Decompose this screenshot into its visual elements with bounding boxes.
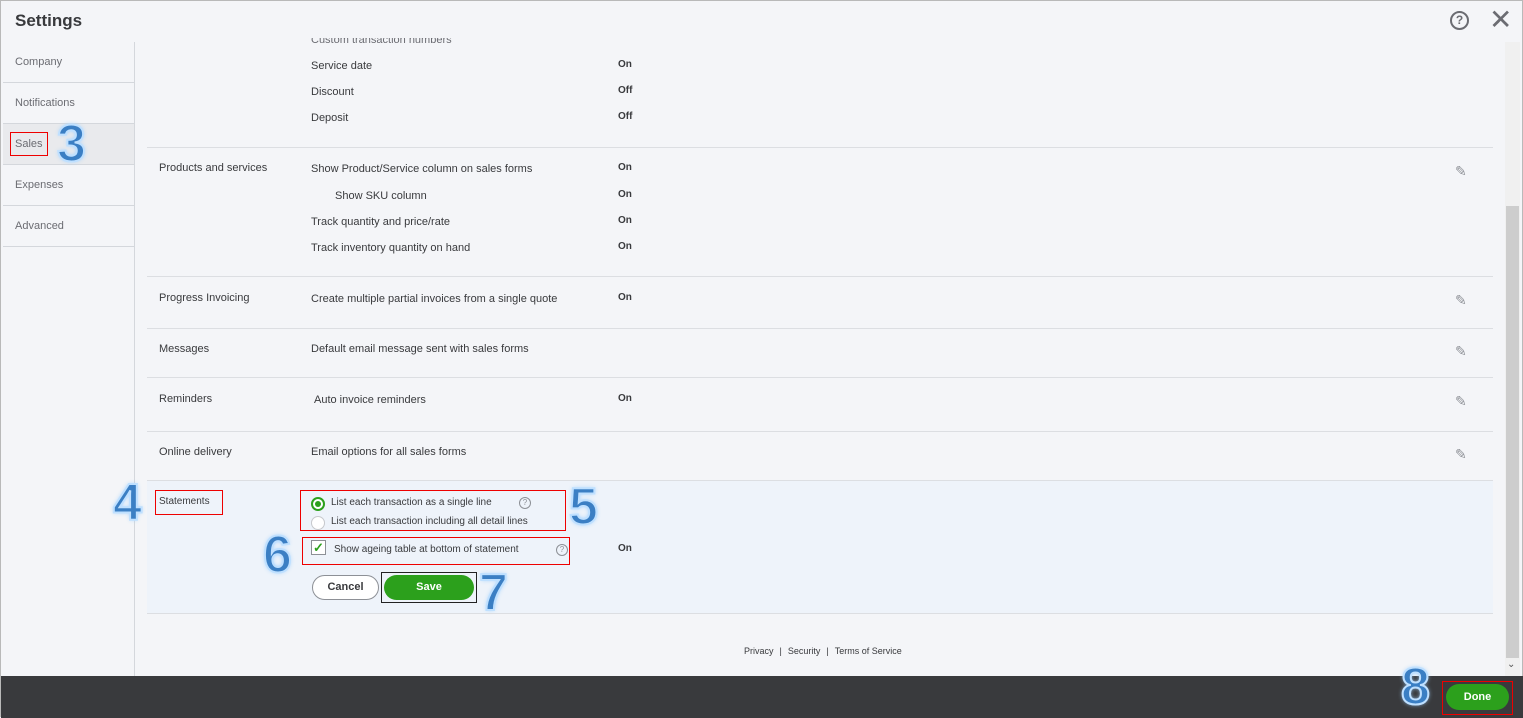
help-icon[interactable]: ? bbox=[556, 544, 568, 556]
setting-label: Show Product/Service column on sales for… bbox=[311, 163, 533, 175]
section-title: Statements bbox=[159, 496, 210, 507]
setting-value: On bbox=[618, 59, 632, 70]
done-button[interactable]: Done bbox=[1446, 684, 1509, 710]
setting-label: Auto invoice reminders bbox=[314, 394, 426, 406]
setting-value: On bbox=[618, 393, 632, 404]
divider bbox=[147, 147, 1493, 148]
sidebar-item-label: Notifications bbox=[15, 97, 75, 109]
scrollbar-thumb[interactable] bbox=[1506, 206, 1519, 658]
setting-label: Email options for all sales forms bbox=[311, 446, 467, 458]
setting-value: On bbox=[618, 162, 632, 173]
divider bbox=[147, 377, 1493, 378]
sidebar-item-label: Expenses bbox=[15, 179, 64, 191]
section-title: Products and services bbox=[159, 162, 268, 174]
divider bbox=[147, 276, 1493, 277]
annotation-7: 7 bbox=[478, 564, 509, 622]
setting-label: Service date bbox=[311, 60, 373, 72]
scroll-down-icon[interactable]: ⌄ bbox=[1507, 659, 1515, 670]
setting-value: On bbox=[618, 543, 632, 554]
annotation-6: 6 bbox=[262, 526, 293, 584]
sidebar-item-label: Company bbox=[15, 56, 63, 68]
setting-label: Create multiple partial invoices from a … bbox=[311, 293, 558, 305]
sidebar-item-company[interactable]: Company bbox=[3, 42, 134, 83]
edit-pencil-icon[interactable]: ✎ bbox=[1455, 163, 1467, 180]
save-button[interactable]: Save bbox=[384, 575, 474, 600]
bottom-bar bbox=[1, 676, 1523, 718]
setting-value: On bbox=[618, 241, 632, 252]
setting-label: Default email message sent with sales fo… bbox=[311, 343, 529, 355]
sidebar-item-advanced[interactable]: Advanced bbox=[3, 206, 134, 247]
radio-label: List each transaction as a single line bbox=[331, 497, 492, 508]
divider bbox=[147, 613, 1493, 614]
radio-detail-lines[interactable] bbox=[311, 516, 325, 530]
radio-single-line[interactable] bbox=[311, 497, 325, 511]
help-icon[interactable]: ? bbox=[1450, 11, 1469, 30]
setting-value: Off bbox=[618, 111, 633, 122]
annotation-4: 4 bbox=[112, 474, 143, 532]
separator: | bbox=[826, 646, 829, 656]
checkbox-label: Show ageing table at bottom of statement bbox=[334, 544, 519, 555]
divider bbox=[147, 431, 1493, 432]
setting-value: On bbox=[618, 189, 632, 200]
terms-link[interactable]: Terms of Service bbox=[835, 646, 902, 656]
ageing-checkbox[interactable]: ✓ bbox=[311, 540, 326, 555]
setting-label: Discount bbox=[311, 86, 354, 98]
privacy-link[interactable]: Privacy bbox=[744, 646, 774, 656]
setting-label: Track inventory quantity on hand bbox=[311, 242, 471, 254]
section-title: Reminders bbox=[159, 393, 213, 405]
setting-value: On bbox=[618, 215, 632, 226]
section-title: Messages bbox=[159, 343, 210, 355]
divider bbox=[147, 328, 1493, 329]
setting-label: Show SKU column bbox=[335, 190, 427, 202]
setting-label: Deposit bbox=[311, 112, 349, 124]
setting-label: Custom transaction numbers bbox=[311, 34, 452, 46]
page-title: Settings bbox=[15, 11, 83, 30]
sidebar-item-label: Advanced bbox=[15, 220, 64, 232]
section-title: Progress Invoicing bbox=[159, 292, 250, 304]
annotation-3: 3 bbox=[56, 115, 87, 173]
edit-pencil-icon[interactable]: ✎ bbox=[1455, 292, 1467, 309]
annotation-8: 8 bbox=[1400, 658, 1431, 716]
help-icon[interactable]: ? bbox=[519, 497, 531, 509]
annotation-5: 5 bbox=[568, 478, 599, 536]
setting-value: Off bbox=[618, 85, 633, 96]
edit-pencil-icon[interactable]: ✎ bbox=[1455, 393, 1467, 410]
setting-label: Track quantity and price/rate bbox=[311, 216, 450, 228]
cancel-button[interactable]: Cancel bbox=[312, 575, 379, 600]
radio-label: List each transaction including all deta… bbox=[331, 516, 528, 527]
close-icon[interactable]: ✕ bbox=[1489, 5, 1512, 35]
edit-pencil-icon[interactable]: ✎ bbox=[1455, 446, 1467, 463]
sidebar-item-label: Sales bbox=[10, 132, 48, 156]
edit-pencil-icon[interactable]: ✎ bbox=[1455, 343, 1467, 360]
section-title: Online delivery bbox=[159, 446, 232, 458]
security-link[interactable]: Security bbox=[788, 646, 821, 656]
footer-links: Privacy | Security | Terms of Service bbox=[741, 646, 905, 656]
setting-value: On bbox=[618, 292, 632, 303]
separator: | bbox=[779, 646, 782, 656]
